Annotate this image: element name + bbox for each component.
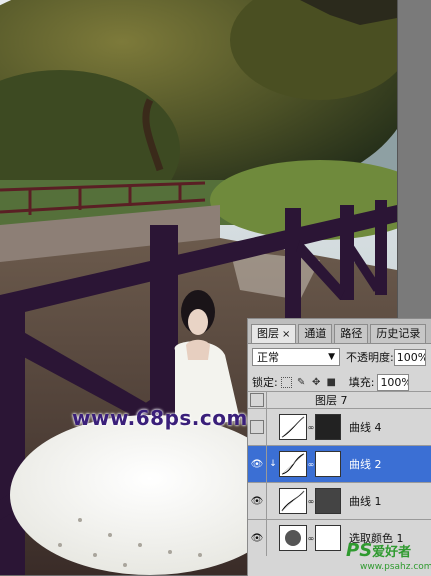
layer-name: 曲线 4 — [349, 421, 382, 434]
tab-channels-label: 通道 — [304, 327, 327, 340]
tab-layers-label: 图层 — [257, 327, 279, 340]
close-icon[interactable]: × — [282, 329, 290, 340]
layer-name: 曲线 1 — [349, 495, 382, 508]
lock-brush-icon[interactable]: ✎ — [296, 377, 307, 388]
layer-row-curves-1[interactable]: 👁 ∞ 曲线 1 — [248, 482, 431, 519]
opacity-label: 不透明度: — [346, 351, 394, 364]
chevron-down-icon: ▼ — [328, 352, 335, 362]
tab-layers[interactable]: 图层 × — [251, 324, 297, 343]
watermark-text: www.68ps.com — [72, 406, 248, 430]
curves-thumbnail-icon — [279, 451, 307, 477]
logo-ps: PS — [346, 540, 373, 561]
canvas-scrollbar[interactable] — [397, 0, 431, 318]
blend-mode-value: 正常 — [257, 351, 279, 364]
link-icon: ∞ — [307, 459, 315, 469]
lock-transparent-icon[interactable] — [280, 376, 292, 388]
lock-label: 锁定: — [252, 376, 278, 389]
lock-all-icon[interactable]: ■ — [326, 377, 337, 388]
clip-arrow-icon: ↓ — [269, 459, 277, 469]
layer-name: 图层 7 — [315, 394, 348, 407]
layer-name: 曲线 2 — [349, 458, 382, 471]
visibility-toggle[interactable]: 👁 — [248, 520, 267, 556]
lock-row: 锁定: ✎ ✥ ■ 填充: 100% — [252, 373, 430, 391]
eye-icon: 👁 — [250, 458, 264, 470]
eye-hidden-icon — [250, 420, 264, 434]
layer-row-curves-4[interactable]: ∞ 曲线 4 — [248, 408, 431, 445]
fill-label: 填充: — [348, 376, 375, 389]
layer-mask-thumbnail[interactable] — [315, 525, 341, 551]
blend-mode-select[interactable]: 正常 ▼ — [252, 348, 340, 366]
selective-color-thumbnail-icon — [279, 525, 307, 551]
eye-icon: 👁 — [250, 532, 264, 544]
tab-paths-label: 路径 — [340, 327, 363, 340]
panel-tabs: 图层 × 通道 路径 历史记录 — [248, 319, 431, 344]
logo-url: www.psahz.com — [360, 562, 431, 572]
visibility-toggle[interactable]: 👁 — [248, 483, 267, 519]
logo-cn: 爱好者 — [372, 545, 412, 560]
layers-panel: 图层 × 通道 路径 历史记录 正常 ▼ 不透明度: 100% 锁定: ✎ ✥ ■… — [247, 318, 431, 576]
layer-row-7[interactable]: 图层 7 — [248, 391, 431, 408]
layer-mask-thumbnail[interactable] — [315, 414, 341, 440]
link-icon: ∞ — [307, 422, 315, 432]
link-icon: ∞ — [307, 533, 315, 543]
eye-hidden-icon — [250, 393, 264, 407]
site-logo: PS爱好者 www.psahz.com — [346, 540, 431, 575]
layer-row-curves-2[interactable]: 👁 ↓ ∞ 曲线 2 — [248, 445, 431, 482]
lock-icons: ✎ ✥ ■ — [280, 376, 337, 388]
eye-icon: 👁 — [250, 495, 264, 507]
tab-channels[interactable]: 通道 — [298, 324, 333, 343]
visibility-toggle[interactable] — [248, 409, 267, 445]
tab-history[interactable]: 历史记录 — [370, 324, 427, 343]
opacity-input[interactable]: 100% — [393, 348, 426, 366]
blend-row: 正常 ▼ 不透明度: 100% — [252, 347, 430, 367]
tab-paths[interactable]: 路径 — [334, 324, 369, 343]
curves-thumbnail-icon — [279, 488, 307, 514]
link-icon: ∞ — [307, 496, 315, 506]
fill-input[interactable]: 100% — [377, 373, 410, 391]
layer-mask-thumbnail[interactable] — [315, 451, 341, 477]
lock-move-icon[interactable]: ✥ — [311, 377, 322, 388]
visibility-toggle[interactable]: 👁 — [248, 446, 267, 482]
visibility-toggle[interactable] — [248, 392, 267, 408]
curves-thumbnail-icon — [279, 414, 307, 440]
tab-history-label: 历史记录 — [376, 327, 421, 340]
layer-mask-thumbnail[interactable] — [315, 488, 341, 514]
